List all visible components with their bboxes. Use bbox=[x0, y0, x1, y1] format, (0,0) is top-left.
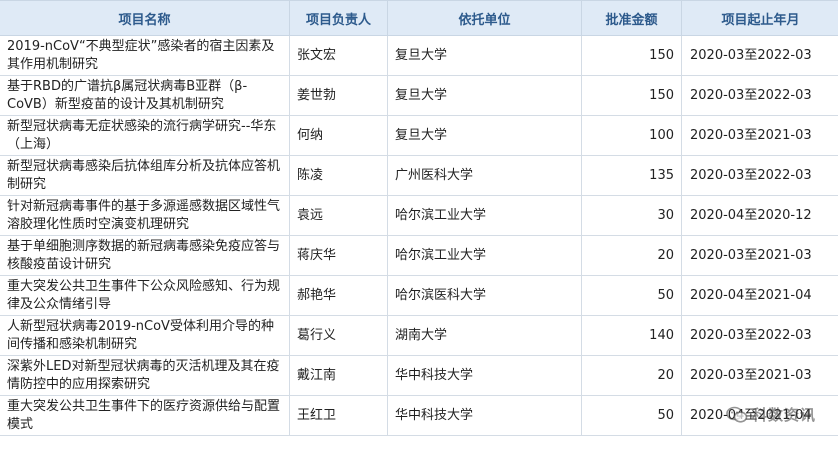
cell-project-period: 2020-03至2021-03 bbox=[681, 355, 838, 396]
cell-project-lead: 袁远 bbox=[289, 195, 388, 236]
cell-project-name: 新型冠状病毒感染后抗体组库分析及抗体应答机制研究 bbox=[0, 155, 290, 196]
header-project-name: 项目名称 bbox=[0, 0, 290, 36]
cell-project-name: 人新型冠状病毒2019-nCoV受体利用介导的种间传播和感染机制研究 bbox=[0, 315, 290, 356]
cell-institution: 复旦大学 bbox=[387, 75, 582, 116]
cell-approved-amount: 50 bbox=[581, 275, 682, 316]
cell-institution: 华中科技大学 bbox=[387, 395, 582, 436]
cell-project-lead: 蒋庆华 bbox=[289, 235, 388, 276]
cell-approved-amount: 100 bbox=[581, 115, 682, 156]
cell-institution: 华中科技大学 bbox=[387, 355, 582, 396]
header-institution: 依托单位 bbox=[387, 0, 582, 36]
cell-project-lead: 王红卫 bbox=[289, 395, 388, 436]
cell-project-lead: 葛行义 bbox=[289, 315, 388, 356]
cell-project-period: 2020-03至2022-03 bbox=[681, 155, 838, 196]
cell-project-name: 基于单细胞测序数据的新冠病毒感染免疫应答与核酸疫苗设计研究 bbox=[0, 235, 290, 276]
watermark-text: 科数资讯 bbox=[751, 406, 816, 424]
cell-project-name: 2019-nCoV“不典型症状”感染者的宿主因素及其作用机制研究 bbox=[0, 35, 290, 76]
cell-project-period: 2020-03至2022-03 bbox=[681, 75, 838, 116]
header-project-lead: 项目负责人 bbox=[289, 0, 388, 36]
table-row: 针对新冠病毒事件的基于多源遥感数据区域性气溶胶理化性质时空演变机理研究 袁远 哈… bbox=[0, 195, 838, 236]
cell-approved-amount: 150 bbox=[581, 35, 682, 76]
cell-institution: 哈尔滨医科大学 bbox=[387, 275, 582, 316]
table-row: 新型冠状病毒无症状感染的流行病学研究--华东（上海） 何纳 复旦大学 100 2… bbox=[0, 115, 838, 156]
table-row: 新型冠状病毒感染后抗体组库分析及抗体应答机制研究 陈凌 广州医科大学 135 2… bbox=[0, 155, 838, 196]
cell-approved-amount: 150 bbox=[581, 75, 682, 116]
cell-institution: 复旦大学 bbox=[387, 115, 582, 156]
cell-institution: 哈尔滨工业大学 bbox=[387, 235, 582, 276]
cell-project-lead: 张文宏 bbox=[289, 35, 388, 76]
cell-project-name: 重大突发公共卫生事件下公众风险感知、行为规律及公众情绪引导 bbox=[0, 275, 290, 316]
cell-approved-amount: 20 bbox=[581, 355, 682, 396]
cell-approved-amount: 30 bbox=[581, 195, 682, 236]
table-row: 2019-nCoV“不典型症状”感染者的宿主因素及其作用机制研究 张文宏 复旦大… bbox=[0, 35, 838, 76]
cell-project-name: 基于RBD的广谱抗β属冠状病毒B亚群（β-CoVB）新型疫苗的设计及其机制研究 bbox=[0, 75, 290, 116]
table-row: 深紫外LED对新型冠状病毒的灭活机理及其在疫情防控中的应用探索研究 戴江南 华中… bbox=[0, 355, 838, 396]
header-approved-amount: 批准金额 bbox=[581, 0, 682, 36]
projects-table: 项目名称 项目负责人 依托单位 批准金额 项目起止年月 2019-nCoV“不典… bbox=[0, 0, 838, 436]
cell-project-lead: 郝艳华 bbox=[289, 275, 388, 316]
cell-institution: 广州医科大学 bbox=[387, 155, 582, 196]
watermark: 科数资讯 bbox=[726, 404, 816, 425]
table-row: 重大突发公共卫生事件下的医疗资源供给与配置模式 王红卫 华中科技大学 50 20… bbox=[0, 395, 838, 436]
cell-project-name: 深紫外LED对新型冠状病毒的灭活机理及其在疫情防控中的应用探索研究 bbox=[0, 355, 290, 396]
cell-project-period: 2020-03至2021-03 bbox=[681, 115, 838, 156]
cell-project-name: 针对新冠病毒事件的基于多源遥感数据区域性气溶胶理化性质时空演变机理研究 bbox=[0, 195, 290, 236]
cell-institution: 复旦大学 bbox=[387, 35, 582, 76]
cell-project-lead: 何纳 bbox=[289, 115, 388, 156]
table-row: 基于单细胞测序数据的新冠病毒感染免疫应答与核酸疫苗设计研究 蒋庆华 哈尔滨工业大… bbox=[0, 235, 838, 276]
cell-project-period: 2020-04至2021-04 bbox=[681, 275, 838, 316]
header-project-period: 项目起止年月 bbox=[681, 0, 838, 36]
wechat-icon bbox=[726, 406, 748, 424]
cell-project-period: 2020-04至2020-12 bbox=[681, 195, 838, 236]
cell-approved-amount: 50 bbox=[581, 395, 682, 436]
cell-project-lead: 戴江南 bbox=[289, 355, 388, 396]
cell-approved-amount: 20 bbox=[581, 235, 682, 276]
cell-project-period: 2020-03至2022-03 bbox=[681, 315, 838, 356]
cell-project-lead: 陈凌 bbox=[289, 155, 388, 196]
cell-institution: 哈尔滨工业大学 bbox=[387, 195, 582, 236]
cell-project-name: 新型冠状病毒无症状感染的流行病学研究--华东（上海） bbox=[0, 115, 290, 156]
table-row: 人新型冠状病毒2019-nCoV受体利用介导的种间传播和感染机制研究 葛行义 湖… bbox=[0, 315, 838, 356]
table-row: 基于RBD的广谱抗β属冠状病毒B亚群（β-CoVB）新型疫苗的设计及其机制研究 … bbox=[0, 75, 838, 116]
table-row: 重大突发公共卫生事件下公众风险感知、行为规律及公众情绪引导 郝艳华 哈尔滨医科大… bbox=[0, 275, 838, 316]
cell-approved-amount: 140 bbox=[581, 315, 682, 356]
cell-institution: 湖南大学 bbox=[387, 315, 582, 356]
cell-project-period: 2020-03至2022-03 bbox=[681, 35, 838, 76]
cell-project-name: 重大突发公共卫生事件下的医疗资源供给与配置模式 bbox=[0, 395, 290, 436]
cell-project-lead: 姜世勃 bbox=[289, 75, 388, 116]
table-header-row: 项目名称 项目负责人 依托单位 批准金额 项目起止年月 bbox=[0, 0, 838, 36]
cell-project-period: 2020-03至2021-03 bbox=[681, 235, 838, 276]
cell-approved-amount: 135 bbox=[581, 155, 682, 196]
